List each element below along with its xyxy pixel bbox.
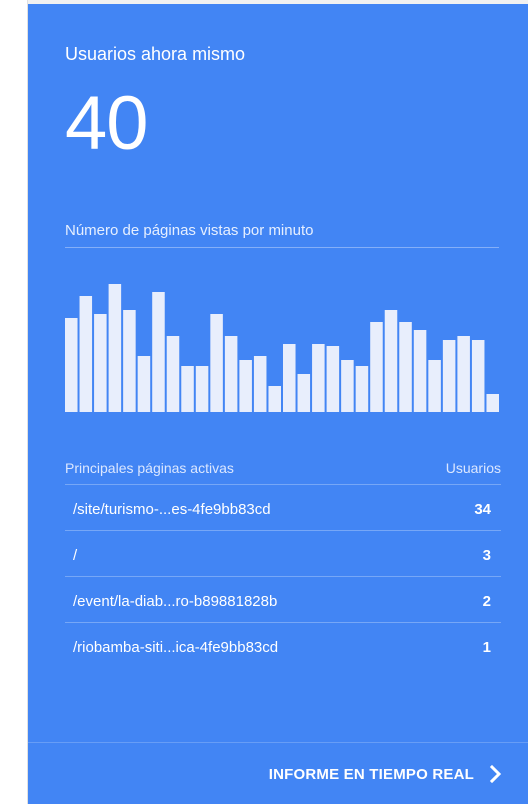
realtime-card: Usuarios ahora mismo 40 Número de página… — [28, 4, 528, 804]
chart-divider — [65, 247, 499, 248]
realtime-report-label: INFORME EN TIEMPO REAL — [268, 765, 474, 783]
chart-bar — [370, 322, 383, 412]
chart-bar — [312, 344, 325, 412]
chart-bar — [123, 310, 136, 412]
chart-bar — [195, 366, 209, 412]
chart-bar — [137, 356, 151, 412]
chart-bar — [224, 336, 238, 412]
chart-bar — [65, 318, 78, 412]
chevron-right-icon — [489, 765, 502, 783]
chart-bar — [355, 366, 369, 412]
chart-bar — [413, 330, 427, 412]
page-users: 1 — [482, 639, 491, 656]
chart-bar — [253, 356, 267, 412]
page-path: /site/turismo-...es-4fe9bb83cd — [73, 501, 271, 518]
chart-bar — [428, 360, 441, 412]
table-header: Principales páginas activas Usuarios — [65, 460, 501, 480]
chart-bar — [210, 314, 223, 412]
realtime-report-link[interactable]: INFORME EN TIEMPO REAL — [269, 762, 504, 786]
card-title: Usuarios ahora mismo — [65, 44, 246, 64]
chart-bar — [268, 386, 281, 412]
chart-bar — [181, 366, 194, 412]
page-users: 3 — [482, 547, 491, 564]
chart-bar — [399, 322, 412, 412]
footer-divider — [28, 742, 528, 743]
chart-bar — [94, 314, 107, 412]
table-row[interactable]: /site/turismo-...es-4fe9bb83cd 34 — [65, 484, 501, 530]
chart-bar — [457, 336, 470, 412]
chart-label: Número de páginas vistas por minuto — [65, 222, 314, 239]
table-row[interactable]: /riobamba-siti...ica-4fe9bb83cd 1 — [65, 622, 501, 668]
column-header-users: Usuarios — [445, 460, 501, 476]
page-path: /event/la-diab...ro-b89881828b — [73, 593, 278, 610]
chart-bar — [442, 340, 456, 412]
page-path: /riobamba-siti...ica-4fe9bb83cd — [73, 639, 279, 656]
table-row[interactable]: / 3 — [65, 530, 501, 576]
chart-bar — [79, 296, 93, 412]
active-pages-list: /site/turismo-...es-4fe9bb83cd 34 / 3 /e… — [65, 484, 501, 668]
chart-bar — [341, 360, 354, 412]
page-users: 2 — [482, 593, 491, 610]
active-users-count: 40 — [65, 81, 149, 166]
chart-bar — [326, 346, 340, 412]
table-row[interactable]: /event/la-diab...ro-b89881828b 2 — [65, 576, 501, 622]
pageviews-per-minute-chart — [65, 284, 499, 412]
chart-bar — [297, 374, 311, 412]
chart-bar — [108, 284, 122, 412]
chart-bar — [384, 310, 398, 412]
column-header-pages: Principales páginas activas — [65, 460, 234, 476]
page-path: / — [73, 547, 78, 564]
chart-bar — [152, 292, 165, 412]
chart-bar — [486, 394, 499, 412]
chart-bar — [239, 360, 252, 412]
left-gutter — [0, 0, 28, 804]
chart-bar — [166, 336, 180, 412]
chart-bar — [471, 340, 485, 412]
chart-bar — [283, 344, 296, 412]
page-users: 34 — [474, 501, 491, 518]
